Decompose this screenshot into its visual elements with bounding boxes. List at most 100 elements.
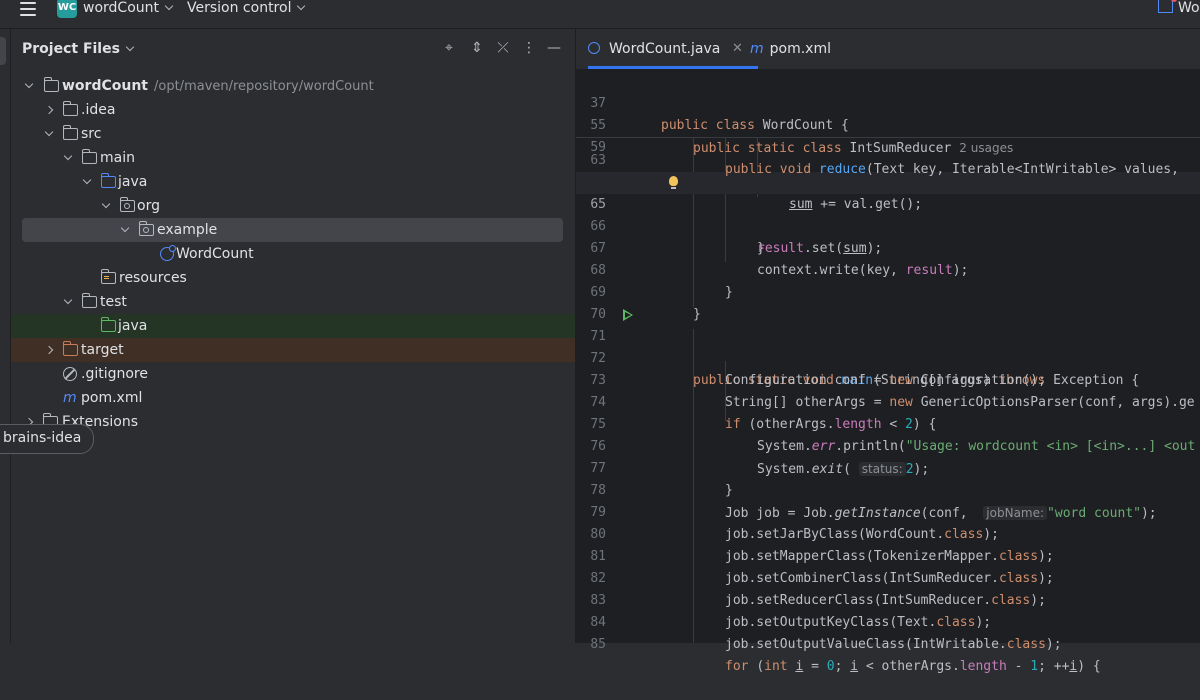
code-line[interactable]: 81 job.setCombinerClass(IntSumReducer.cl… [576, 524, 1200, 586]
code-line[interactable]: 82 job.setReducerClass(IntSumReducer.cla… [576, 546, 1200, 608]
code-line[interactable]: 74 if (otherArgs.length < 2) { [576, 370, 1200, 432]
tree-node-java[interactable]: java [11, 170, 575, 194]
code-line[interactable]: 72 Configuration conf = new Configuratio… [576, 326, 1200, 388]
chevron-down-icon[interactable] [60, 146, 76, 170]
more-options-icon[interactable]: ⋮ [521, 40, 537, 56]
chevron-down-icon [125, 42, 135, 52]
tree-node-test-java[interactable]: java [11, 314, 575, 338]
tree-node-label: pom.xml [81, 390, 143, 406]
sticky-line[interactable]: 55 public static class IntSumReducer 2 us… [576, 93, 1200, 156]
tree-node-gitignore[interactable]: .gitignore [11, 362, 575, 386]
project-badge[interactable]: WC [57, 0, 77, 18]
sticky-line[interactable]: 59 public void reduce(Text key, Iterable… [576, 115, 1200, 177]
sticky-line[interactable]: 37 public class WordCount { [576, 71, 1200, 133]
chevron-down-icon [164, 1, 174, 11]
code-line[interactable]: 70 [576, 282, 1200, 322]
project-tool-button[interactable] [0, 37, 6, 65]
folder-icon [82, 149, 97, 164]
code-line[interactable]: 76 System.exit( status: 2); [576, 414, 1200, 477]
code-line[interactable]: 73 String[] otherArgs = new GenericOptio… [576, 348, 1200, 410]
tree-node-label: org [137, 198, 160, 214]
collapse-all-icon[interactable]: ⤫ [495, 40, 511, 56]
code-line[interactable]: 80 job.setMapperClass(TokenizerMapper.cl… [576, 502, 1200, 564]
chevron-right-icon[interactable] [43, 98, 59, 122]
code-line[interactable]: 84 job.setOutputValueClass(IntWritable.c… [576, 590, 1200, 652]
chevron-down-icon[interactable] [79, 170, 95, 194]
tab-label: WordCount.java [609, 41, 721, 57]
vcs-label: Version control [187, 0, 292, 16]
chevron-right-icon[interactable] [43, 338, 59, 362]
project-name: wordCount [83, 0, 159, 16]
project-switcher[interactable]: wordCount [83, 0, 174, 16]
top-right-widget-label[interactable]: Wo [1178, 0, 1200, 16]
tree-node-wordcount-class[interactable]: WordCount [11, 242, 575, 266]
tree-node-label: .idea [81, 102, 116, 118]
chevron-down-icon [297, 1, 306, 11]
code-text: for (int i = 0; i < otherArgs.length - 1… [725, 659, 1101, 674]
run-icon[interactable] [623, 309, 633, 321]
tree-node-target[interactable]: target [11, 338, 575, 362]
code-text: job.setOutputValueClass(IntWritable.clas… [725, 637, 1062, 652]
code-line[interactable]: 69 } [576, 260, 1200, 322]
tree-node-src[interactable]: src [11, 122, 575, 146]
java-class-icon [160, 245, 176, 261]
module-path: /opt/maven/repository/wordCount [154, 79, 374, 94]
resources-folder-icon [101, 269, 116, 284]
code-line[interactable]: 75 System.err.println("Usage: wordcount … [576, 392, 1200, 454]
code-line[interactable]: 85 for (int i = 0; i < otherArgs.length … [576, 612, 1200, 674]
tree-node-label-text: wordCount [62, 78, 148, 94]
chevron-down-icon[interactable] [60, 290, 76, 314]
tree-node-label: src [81, 126, 102, 142]
main-menu-icon[interactable] [20, 2, 36, 16]
tree-node-label: target [81, 342, 124, 358]
tree-node-wordcount[interactable]: wordCount/opt/maven/repository/wordCount [11, 74, 575, 98]
folder-icon [63, 101, 78, 116]
tree-node-main[interactable]: main [11, 146, 575, 170]
code-line[interactable]: 78 Job job = Job.getInstance(conf, jobNa… [576, 458, 1200, 521]
vcs-widget[interactable]: Version control [187, 0, 306, 16]
tooltip: brains-idea [0, 424, 95, 454]
tree-node-extensions[interactable]: Extensions [11, 410, 575, 434]
code-line[interactable]: 83 job.setOutputKeyClass(Text.class); [576, 568, 1200, 630]
maven-icon: m [750, 41, 764, 57]
chevron-down-icon[interactable] [117, 218, 133, 242]
source-folder-icon [101, 173, 116, 188]
tree-node-label: resources [119, 270, 187, 286]
maven-icon: m [63, 390, 77, 406]
code-line[interactable]: 77 } [576, 436, 1200, 498]
code-line[interactable]: 79 job.setJarByClass(WordCount.class); [576, 480, 1200, 542]
chevron-down-icon[interactable] [41, 122, 57, 146]
tree-node-test[interactable]: test [11, 290, 575, 314]
code-text: public static class IntSumReducer 2 usage… [693, 141, 1014, 156]
project-view-selector[interactable]: Project Files [22, 41, 135, 57]
tab-wordcount-java[interactable]: WordCount.java ✕ [588, 29, 758, 69]
tree-node-idea[interactable]: .idea [11, 98, 575, 122]
tree-node-pom[interactable]: m pom.xml [11, 386, 575, 410]
code-editor[interactable]: 37 public class WordCount { 55 public st… [576, 70, 1200, 674]
close-tab-icon[interactable]: ✕ [732, 29, 743, 69]
code-line[interactable]: 68 } [576, 238, 1200, 300]
tree-node-resources[interactable]: resources [11, 266, 575, 290]
expand-all-icon[interactable]: ⇕ [469, 40, 485, 56]
code-line[interactable]: 71 public static void main(String[] args… [576, 304, 1200, 388]
notifications-icon[interactable] [1158, 0, 1177, 13]
tree-node-label: example [157, 222, 218, 238]
tree-node-org[interactable]: org [11, 194, 575, 218]
tree-node-example[interactable]: example [22, 218, 563, 242]
tab-pom-xml[interactable]: mpom.xml (wordCount) [750, 29, 920, 97]
gitignore-icon [63, 367, 77, 381]
sticky-lines: 37 public class WordCount { 55 public st… [576, 70, 1200, 177]
tree-node-label: main [100, 150, 135, 166]
chevron-down-icon[interactable] [98, 194, 114, 218]
code-line[interactable]: 67 context.write(key, result); [576, 216, 1200, 278]
line-number: 59 [590, 140, 606, 155]
tree-node-label: test [100, 294, 127, 310]
code-line[interactable]: 66 result.set(sum); [576, 194, 1200, 256]
title-bar: WC wordCount Version control Wo [0, 0, 1200, 29]
locate-file-icon[interactable]: ⌖ [441, 40, 457, 56]
hide-panel-icon[interactable]: — [546, 40, 562, 56]
lightbulb-icon[interactable] [669, 176, 678, 189]
chevron-down-icon[interactable] [21, 74, 37, 98]
usages-hint[interactable]: 2 usages [959, 141, 1013, 155]
tree-node-label: wordCount/opt/maven/repository/wordCount [62, 74, 374, 99]
